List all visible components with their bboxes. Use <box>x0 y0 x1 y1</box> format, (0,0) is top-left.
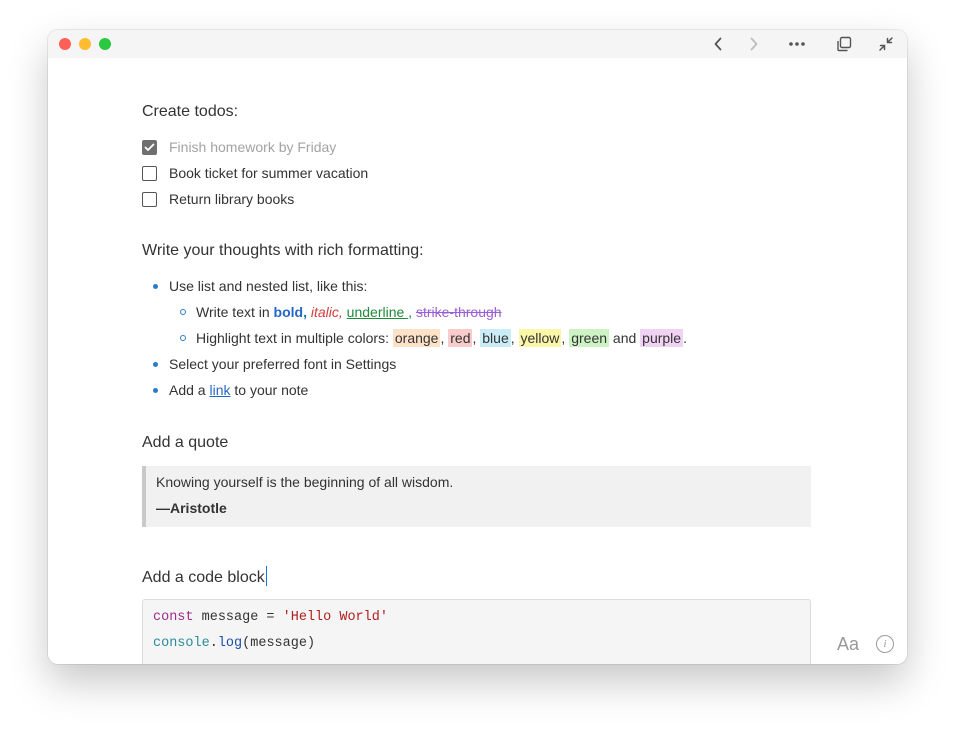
text-cursor <box>265 566 267 586</box>
more-icon[interactable] <box>787 35 807 53</box>
period: . <box>683 330 687 346</box>
todo-checkbox[interactable] <box>142 191 157 207</box>
green-highlight: green <box>569 329 610 347</box>
bold-text: bold <box>273 304 304 320</box>
hollow-bullet-icon <box>180 309 186 315</box>
font-settings-button[interactable]: Aa <box>837 634 859 655</box>
info-icon[interactable]: i <box>876 635 894 653</box>
forward-icon[interactable] <box>744 35 764 53</box>
code-dot: . <box>209 636 218 651</box>
code-function: log <box>217 636 243 651</box>
text-suffix: to your note <box>230 382 309 398</box>
todo-item: Return library books <box>142 189 294 209</box>
list-item-text: Select your preferred font in Settings <box>169 356 397 372</box>
code-object: console <box>153 636 210 651</box>
underline-text: underline <box>346 304 409 320</box>
note-link[interactable]: link <box>209 382 230 398</box>
orange-highlight: orange <box>392 329 441 347</box>
strike-text: strike-through <box>415 304 502 320</box>
quote-text: Knowing yourself is the beginning of all… <box>156 474 454 490</box>
separator: , <box>510 330 519 346</box>
nested-list-item: Highlight text in multiple colors: orang… <box>180 328 687 348</box>
list-item: Select your preferred font in Settings <box>153 354 397 374</box>
italic-text: italic <box>310 304 339 320</box>
text-prefix: Highlight text in multiple colors: <box>196 330 393 346</box>
comma: , <box>338 304 343 320</box>
bullet-icon <box>153 388 158 393</box>
duplicate-icon[interactable] <box>834 35 854 53</box>
back-icon[interactable] <box>708 35 728 53</box>
code-plain: message = <box>193 610 283 625</box>
rich-heading: Write your thoughts with rich formatting… <box>142 242 424 259</box>
red-highlight: red <box>448 329 473 347</box>
bullet-icon <box>153 284 158 289</box>
blockquote: Knowing yourself is the beginning of all… <box>142 466 811 527</box>
todo-label: Finish homework by Friday <box>169 139 337 155</box>
code-heading-text: Add a code block <box>142 569 265 586</box>
todo-label: Book ticket for summer vacation <box>169 165 369 181</box>
list-item: Use list and nested list, like this: <box>153 276 368 296</box>
text-prefix: Add a <box>169 382 210 398</box>
comma: , <box>408 304 413 320</box>
quote-heading: Add a quote <box>142 434 229 451</box>
text-prefix: Write text in <box>196 304 274 320</box>
hollow-bullet-icon <box>180 335 186 341</box>
list-item-text: Use list and nested list, like this: <box>169 278 368 294</box>
blue-highlight: blue <box>480 329 511 347</box>
titlebar <box>48 30 907 58</box>
nested-list-item: Write text in bold, italic, underline , … <box>180 302 502 322</box>
and-text: and <box>609 330 641 346</box>
shrink-icon[interactable] <box>876 35 896 53</box>
purple-highlight: purple <box>640 329 684 347</box>
separator: , <box>561 330 570 346</box>
todo-checkbox[interactable] <box>142 139 157 155</box>
bullet-icon <box>153 362 158 367</box>
code-heading[interactable]: Add a code block <box>142 566 267 587</box>
todo-item: Book ticket for summer vacation <box>142 163 368 183</box>
minimize-button[interactable] <box>79 38 91 50</box>
separator: , <box>472 330 481 346</box>
code-line: const message = 'Hello World' <box>153 610 388 625</box>
note-window: Create todos: Finish homework by Friday … <box>48 30 907 664</box>
code-plain: (message) <box>242 636 316 651</box>
maximize-button[interactable] <box>99 38 111 50</box>
list-item: Add a link to your note <box>153 380 309 400</box>
yellow-highlight: yellow <box>518 329 562 347</box>
code-block: const message = 'Hello World' console.lo… <box>142 599 811 664</box>
todo-checkbox[interactable] <box>142 165 157 181</box>
quote-author: —Aristotle <box>156 500 227 516</box>
todos-heading: Create todos: <box>142 103 239 120</box>
code-keyword: const <box>153 610 194 625</box>
code-string: 'Hello World' <box>282 610 388 625</box>
comma: , <box>303 304 307 320</box>
separator: , <box>440 330 449 346</box>
todo-item: Finish homework by Friday <box>142 137 336 157</box>
close-button[interactable] <box>59 38 71 50</box>
code-line: console.log(message) <box>153 636 315 651</box>
todo-label: Return library books <box>169 191 295 207</box>
